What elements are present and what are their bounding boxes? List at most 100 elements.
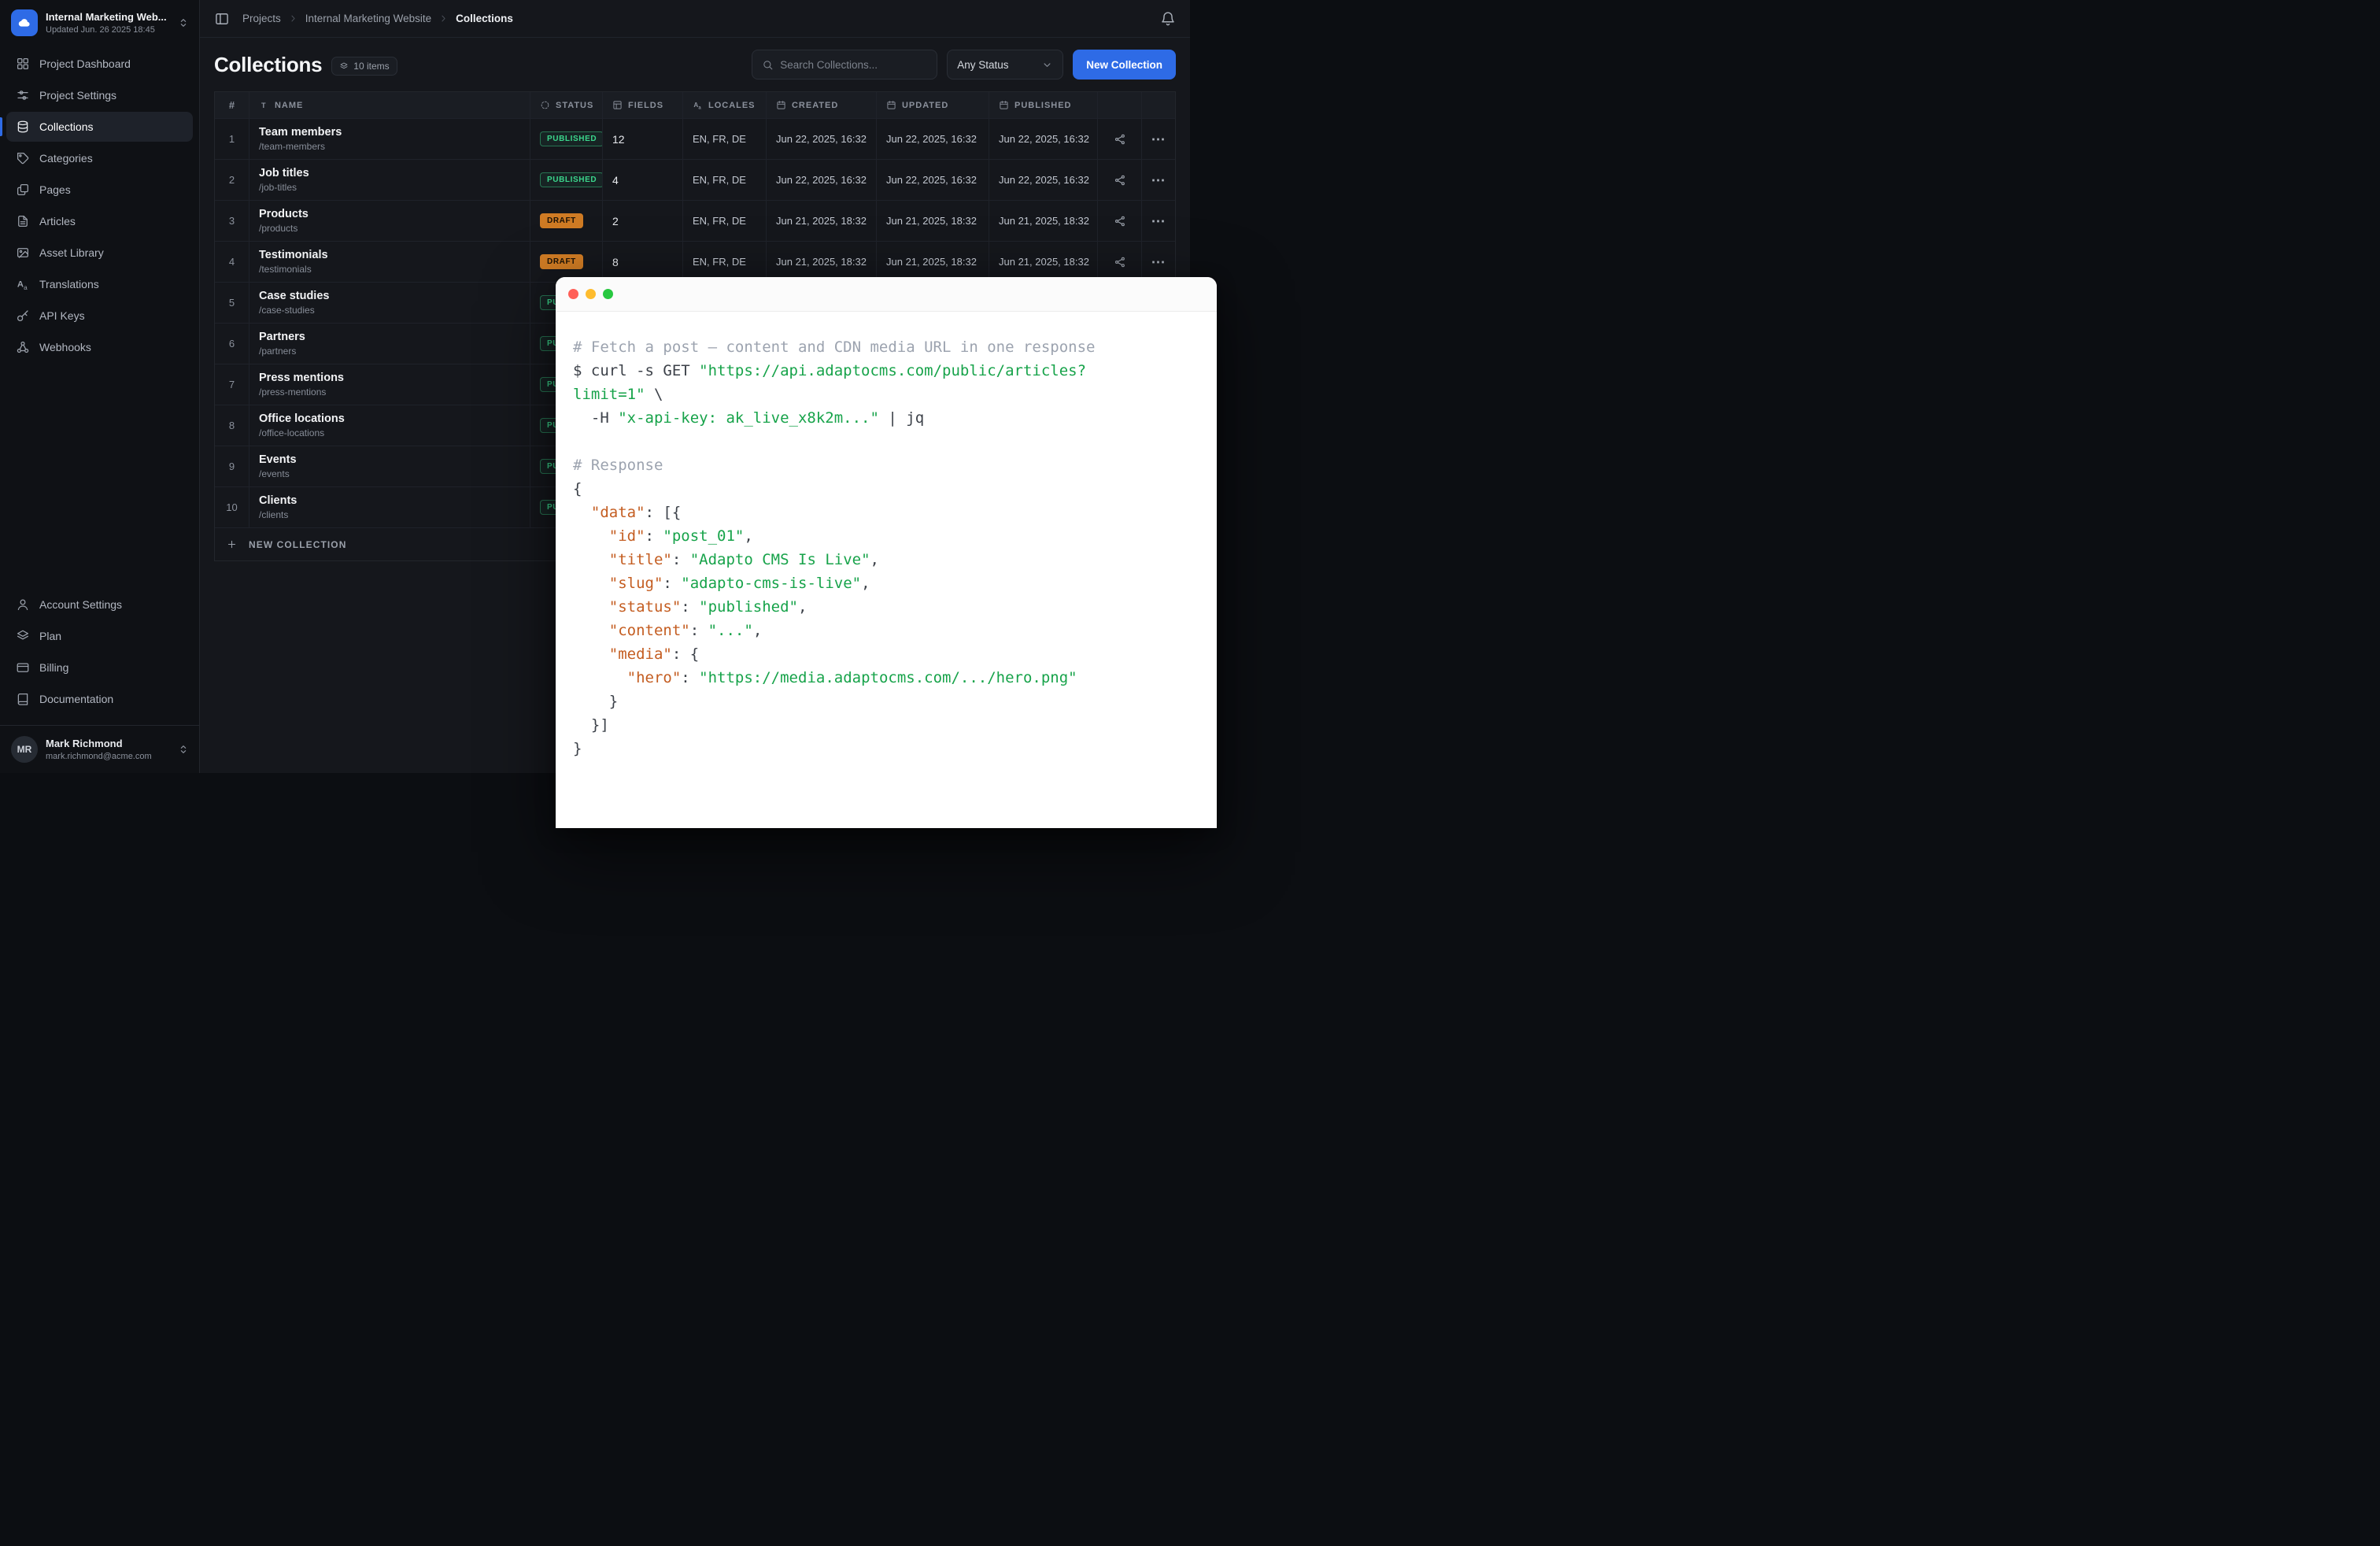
breadcrumb-projects[interactable]: Projects <box>242 13 281 24</box>
row-menu-button[interactable]: ⋯ <box>1142 201 1175 241</box>
collection-slug: /events <box>259 468 290 479</box>
dashboard-icon <box>16 57 30 71</box>
sidebar-item-label: Project Settings <box>39 89 116 102</box>
webhook-icon <box>16 340 30 354</box>
collection-slug: /team-members <box>259 141 325 152</box>
sidebar-item-label: Collections <box>39 120 93 133</box>
collection-name: Partners <box>259 331 305 343</box>
sidebar-footer-nav: Account Settings PlanBillingDocumentation <box>0 586 199 717</box>
row-number: 2 <box>215 160 249 200</box>
svg-text:a: a <box>698 105 701 110</box>
sidebar-item-categories[interactable]: Categories <box>6 143 193 173</box>
column-header-name[interactable]: T NAME <box>249 92 530 118</box>
collection-name: Office locations <box>259 412 345 425</box>
terminal-line <box>573 430 1199 453</box>
calendar-icon <box>776 100 786 110</box>
table-header: # T NAME STATUS FIELDS Aa LOCALES CREATE… <box>215 92 1175 118</box>
locales-value: EN, FR, DE <box>683 119 767 159</box>
ellipsis-icon: ⋯ <box>1151 214 1166 228</box>
collections-icon <box>16 120 30 134</box>
table-row[interactable]: 4Testimonials/testimonialsDRAFT8EN, FR, … <box>215 241 1175 282</box>
zoom-button[interactable] <box>603 289 613 299</box>
updated-date: Jun 21, 2025, 18:32 <box>877 242 989 282</box>
terminal-titlebar[interactable] <box>556 277 1217 312</box>
chevron-right-icon <box>289 14 298 23</box>
row-number: 10 <box>215 487 249 527</box>
sidebar-item-documentation[interactable]: Documentation <box>6 684 193 714</box>
relations-icon[interactable] <box>1114 215 1126 227</box>
column-header-published[interactable]: PUBLISHED <box>989 92 1098 118</box>
terminal-line: "media": { <box>573 642 1199 666</box>
table-row[interactable]: 2Job titles/job-titlesPUBLISHED4EN, FR, … <box>215 159 1175 200</box>
sidebar-item-account-settings[interactable]: Account Settings <box>6 590 193 620</box>
column-header-number[interactable]: # <box>215 92 249 118</box>
sidebar-item-plan[interactable]: Plan <box>6 621 193 651</box>
ellipsis-icon: ⋯ <box>1151 132 1166 146</box>
project-logo-icon <box>11 9 38 36</box>
created-date: Jun 22, 2025, 16:32 <box>767 160 877 200</box>
sidebar-item-project-dashboard[interactable]: Project Dashboard <box>6 49 193 79</box>
relations-icon[interactable] <box>1114 133 1126 146</box>
relations-icon[interactable] <box>1114 256 1126 268</box>
terminal-line: -H "x-api-key: ak_live_x8k2m..." | jq <box>573 406 1199 430</box>
search-input[interactable] <box>780 59 927 71</box>
sidebar-item-api-keys[interactable]: API Keys <box>6 301 193 331</box>
close-button[interactable] <box>568 289 578 299</box>
book-icon <box>16 692 30 706</box>
collection-name: Products <box>259 208 309 220</box>
search-icon <box>762 59 774 71</box>
notifications-bell-icon[interactable] <box>1160 11 1176 27</box>
minimize-button[interactable] <box>586 289 596 299</box>
new-collection-button[interactable]: New Collection <box>1073 50 1176 80</box>
sidebar-item-label: Account Settings <box>39 598 122 611</box>
sidebar-item-articles[interactable]: Articles <box>6 206 193 236</box>
search-collections-box <box>752 50 937 80</box>
project-switcher[interactable]: Internal Marketing Web... Updated Jun. 2… <box>0 0 199 46</box>
terminal-window[interactable]: # Fetch a post — content and CDN media U… <box>556 277 1217 828</box>
breadcrumb: Projects Internal Marketing Website Coll… <box>242 13 513 24</box>
locales-value: EN, FR, DE <box>683 201 767 241</box>
terminal-line: # Fetch a post — content and CDN media U… <box>573 335 1199 359</box>
terminal-line: }] <box>573 713 1199 737</box>
user-menu[interactable]: MR Mark Richmond mark.richmond@acme.com <box>0 726 199 773</box>
page-header: Collections 10 items Any Status New Coll… <box>200 38 1190 90</box>
calendar-icon <box>886 100 896 110</box>
updated-date: Jun 22, 2025, 16:32 <box>877 119 989 159</box>
table-row[interactable]: 1Team members/team-membersPUBLISHED12EN,… <box>215 118 1175 159</box>
row-menu-button[interactable]: ⋯ <box>1142 160 1175 200</box>
row-menu-button[interactable]: ⋯ <box>1142 119 1175 159</box>
sidebar-toggle-icon[interactable] <box>214 11 230 27</box>
sidebar-item-project-settings[interactable]: Project Settings <box>6 80 193 110</box>
row-number: 8 <box>215 405 249 446</box>
stack-icon <box>339 61 349 71</box>
ellipsis-icon: ⋯ <box>1151 255 1166 269</box>
column-header-fields[interactable]: FIELDS <box>603 92 683 118</box>
column-header-updated[interactable]: UPDATED <box>877 92 989 118</box>
breadcrumb-project[interactable]: Internal Marketing Website <box>305 13 431 24</box>
collection-slug: /case-studies <box>259 305 315 316</box>
terminal-line: # Response <box>573 453 1199 477</box>
column-header-created[interactable]: CREATED <box>767 92 877 118</box>
type-icon: T <box>259 100 269 110</box>
sidebar-item-collections[interactable]: Collections <box>6 112 193 142</box>
collection-slug: /office-locations <box>259 427 324 438</box>
sidebar-item-pages[interactable]: Pages <box>6 175 193 205</box>
sidebar-item-label: Categories <box>39 152 93 165</box>
sidebar-item-asset-library[interactable]: Asset Library <box>6 238 193 268</box>
relations-icon[interactable] <box>1114 174 1126 187</box>
table-row[interactable]: 3Products/productsDRAFT2EN, FR, DEJun 21… <box>215 200 1175 241</box>
collection-slug: /partners <box>259 346 296 357</box>
status-filter-select[interactable]: Any Status <box>947 50 1063 80</box>
column-header-locales[interactable]: Aa LOCALES <box>683 92 767 118</box>
column-header-status[interactable]: STATUS <box>530 92 603 118</box>
items-count-badge: 10 items <box>331 57 397 76</box>
row-number: 1 <box>215 119 249 159</box>
terminal-line: "hero": "https://media.adaptocms.com/...… <box>573 666 1199 690</box>
row-menu-button[interactable]: ⋯ <box>1142 242 1175 282</box>
collection-slug: /clients <box>259 509 288 520</box>
sidebar-item-billing[interactable]: Billing <box>6 653 193 682</box>
column-header-actions <box>1098 92 1142 118</box>
sidebar-item-webhooks[interactable]: Webhooks <box>6 332 193 362</box>
sidebar-item-translations[interactable]: AaTranslations <box>6 269 193 299</box>
calendar-icon <box>999 100 1009 110</box>
